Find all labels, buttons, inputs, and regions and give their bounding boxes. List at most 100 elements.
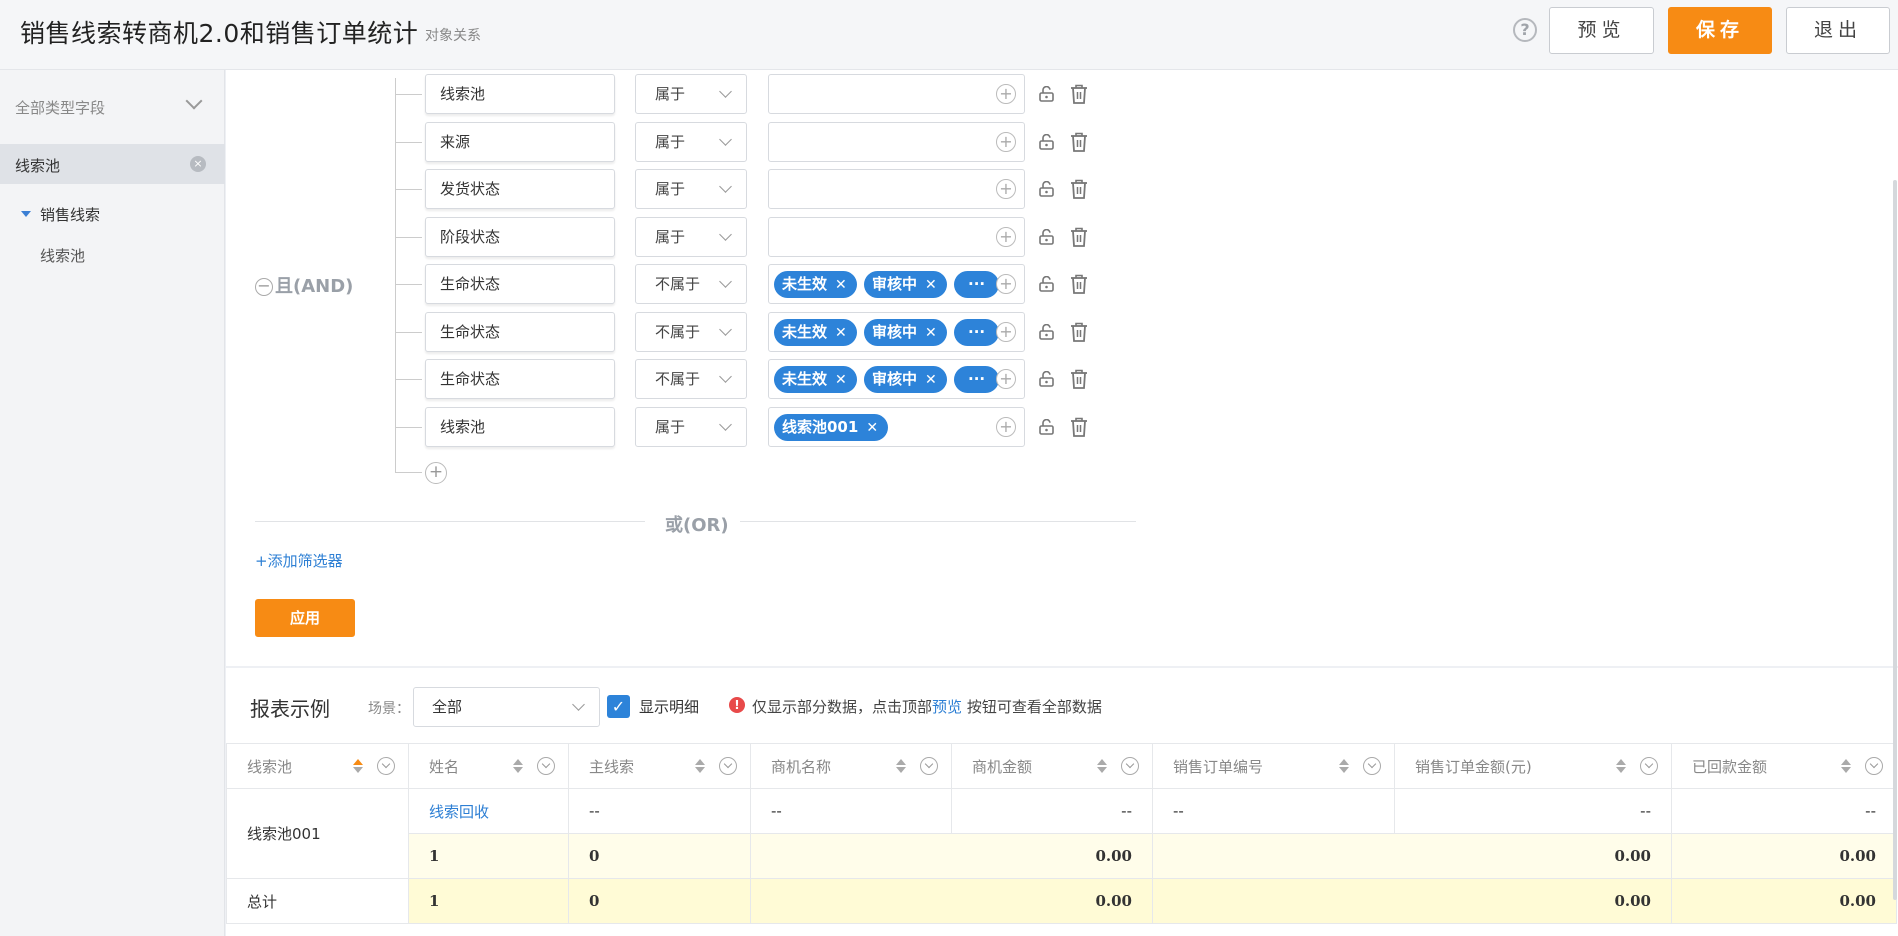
unlock-icon[interactable] — [1038, 85, 1055, 102]
column-header[interactable]: 销售订单金额(元) — [1394, 743, 1672, 789]
more-tags[interactable]: ··· — [954, 366, 1000, 393]
trash-icon[interactable] — [1070, 132, 1088, 152]
sort-icon[interactable] — [896, 759, 906, 773]
value-tag[interactable]: 未生效 ✕ — [774, 319, 857, 346]
column-header[interactable]: 已回款金额 — [1671, 743, 1897, 789]
value-tag[interactable]: 审核中 ✕ — [864, 366, 947, 393]
add-value-icon[interactable]: + — [996, 417, 1016, 437]
value-tag[interactable]: 线索池001 ✕ — [774, 414, 889, 441]
filter-field-select[interactable]: 发货状态 — [425, 169, 615, 209]
column-menu-icon[interactable] — [1363, 757, 1381, 775]
column-header[interactable]: 商机金额 — [951, 743, 1153, 789]
unlock-icon[interactable] — [1038, 418, 1055, 435]
add-filter-link[interactable]: +添加筛选器 — [255, 550, 343, 571]
filter-value-input[interactable]: + — [768, 74, 1025, 114]
unlock-icon[interactable] — [1038, 228, 1055, 245]
collapse-icon[interactable]: − — [255, 278, 273, 296]
sort-icon[interactable] — [695, 759, 705, 773]
filter-field-select[interactable]: 来源 — [425, 122, 615, 162]
unlock-icon[interactable] — [1038, 370, 1055, 387]
trash-icon[interactable] — [1070, 179, 1088, 199]
show-detail-label[interactable]: 显示明细 — [639, 696, 699, 717]
sort-icon[interactable] — [1097, 759, 1107, 773]
filter-value-input[interactable]: 线索池001 ✕ + — [768, 407, 1025, 447]
value-tag[interactable]: 审核中 ✕ — [864, 319, 947, 346]
chevron-down-icon[interactable] — [185, 92, 203, 110]
filter-field-select[interactable]: 生命状态 — [425, 359, 615, 399]
preview-button[interactable]: 预览 — [1549, 7, 1654, 54]
unlock-icon[interactable] — [1038, 133, 1055, 150]
filter-value-input[interactable]: 未生效 ✕ 审核中 ✕ ··· + — [768, 264, 1025, 304]
scene-select[interactable]: 全部 — [413, 687, 600, 727]
search-value[interactable]: 线索池 — [15, 155, 60, 176]
remove-tag-icon[interactable]: ✕ — [925, 277, 937, 293]
and-group-label[interactable]: − 且(AND) — [255, 272, 353, 298]
sort-icon[interactable] — [1339, 759, 1349, 773]
column-header[interactable]: 姓名 — [408, 743, 569, 789]
filter-value-input[interactable]: + — [768, 169, 1025, 209]
filter-operator-select[interactable]: 不属于 — [635, 312, 747, 352]
note-preview-link[interactable]: 预览 — [932, 698, 962, 716]
remove-tag-icon[interactable]: ✕ — [835, 277, 847, 293]
column-header[interactable]: 线索池 — [226, 743, 409, 789]
add-value-icon[interactable]: + — [996, 274, 1016, 294]
name-link[interactable]: 线索回收 — [408, 788, 569, 834]
filter-value-input[interactable]: + — [768, 122, 1025, 162]
column-header[interactable]: 商机名称 — [750, 743, 952, 789]
value-tag[interactable]: 未生效 ✕ — [774, 366, 857, 393]
sort-icon[interactable] — [1616, 759, 1626, 773]
trash-icon[interactable] — [1070, 84, 1088, 104]
column-menu-icon[interactable] — [537, 757, 555, 775]
column-header[interactable]: 主线索 — [568, 743, 751, 789]
add-value-icon[interactable]: + — [996, 179, 1016, 199]
column-menu-icon[interactable] — [920, 757, 938, 775]
tree-node-sales-lead[interactable]: 销售线索 — [40, 204, 100, 225]
filter-operator-select[interactable]: 属于 — [635, 407, 747, 447]
add-value-icon[interactable]: + — [996, 227, 1016, 247]
field-search-input[interactable]: 线索池 × — [0, 144, 225, 184]
filter-value-input[interactable]: 未生效 ✕ 审核中 ✕ ··· + — [768, 312, 1025, 352]
trash-icon[interactable] — [1070, 227, 1088, 247]
show-detail-checkbox[interactable]: ✓ — [607, 695, 630, 718]
exit-button[interactable]: 退出 — [1786, 7, 1890, 54]
or-label[interactable]: 或(OR) — [665, 511, 729, 537]
filter-operator-select[interactable]: 不属于 — [635, 264, 747, 304]
trash-icon[interactable] — [1070, 274, 1088, 294]
filter-field-select[interactable]: 线索池 — [425, 407, 615, 447]
add-value-icon[interactable]: + — [996, 369, 1016, 389]
add-value-icon[interactable]: + — [996, 322, 1016, 342]
remove-tag-icon[interactable]: ✕ — [835, 372, 847, 388]
filter-field-select[interactable]: 线索池 — [425, 74, 615, 114]
add-value-icon[interactable]: + — [996, 84, 1016, 104]
remove-tag-icon[interactable]: ✕ — [835, 325, 847, 341]
more-tags[interactable]: ··· — [954, 271, 1000, 298]
remove-tag-icon[interactable]: ✕ — [925, 372, 937, 388]
unlock-icon[interactable] — [1038, 180, 1055, 197]
filter-operator-select[interactable]: 属于 — [635, 74, 747, 114]
column-menu-icon[interactable] — [719, 757, 737, 775]
expand-triangle-icon[interactable] — [21, 211, 31, 217]
filter-value-input[interactable]: 未生效 ✕ 审核中 ✕ ··· + — [768, 359, 1025, 399]
column-menu-icon[interactable] — [1640, 757, 1658, 775]
clear-icon[interactable]: × — [190, 156, 206, 172]
filter-field-select[interactable]: 生命状态 — [425, 264, 615, 304]
trash-icon[interactable] — [1070, 369, 1088, 389]
apply-button[interactable]: 应用 — [255, 599, 355, 637]
scrollbar[interactable] — [1893, 180, 1897, 900]
trash-icon[interactable] — [1070, 417, 1088, 437]
help-icon[interactable]: ? — [1513, 18, 1537, 42]
field-type-select[interactable]: 全部类型字段 — [15, 97, 105, 118]
filter-operator-select[interactable]: 不属于 — [635, 359, 747, 399]
add-condition-icon[interactable]: + — [425, 462, 447, 484]
tree-node-lead-pool[interactable]: 线索池 — [40, 245, 85, 266]
filter-value-input[interactable]: + — [768, 217, 1025, 257]
remove-tag-icon[interactable]: ✕ — [866, 420, 878, 436]
trash-icon[interactable] — [1070, 322, 1088, 342]
sort-icon[interactable] — [513, 759, 523, 773]
column-header[interactable]: 销售订单编号 — [1152, 743, 1395, 789]
sort-icon[interactable] — [353, 759, 363, 773]
value-tag[interactable]: 未生效 ✕ — [774, 271, 857, 298]
value-tag[interactable]: 审核中 ✕ — [864, 271, 947, 298]
unlock-icon[interactable] — [1038, 275, 1055, 292]
unlock-icon[interactable] — [1038, 323, 1055, 340]
